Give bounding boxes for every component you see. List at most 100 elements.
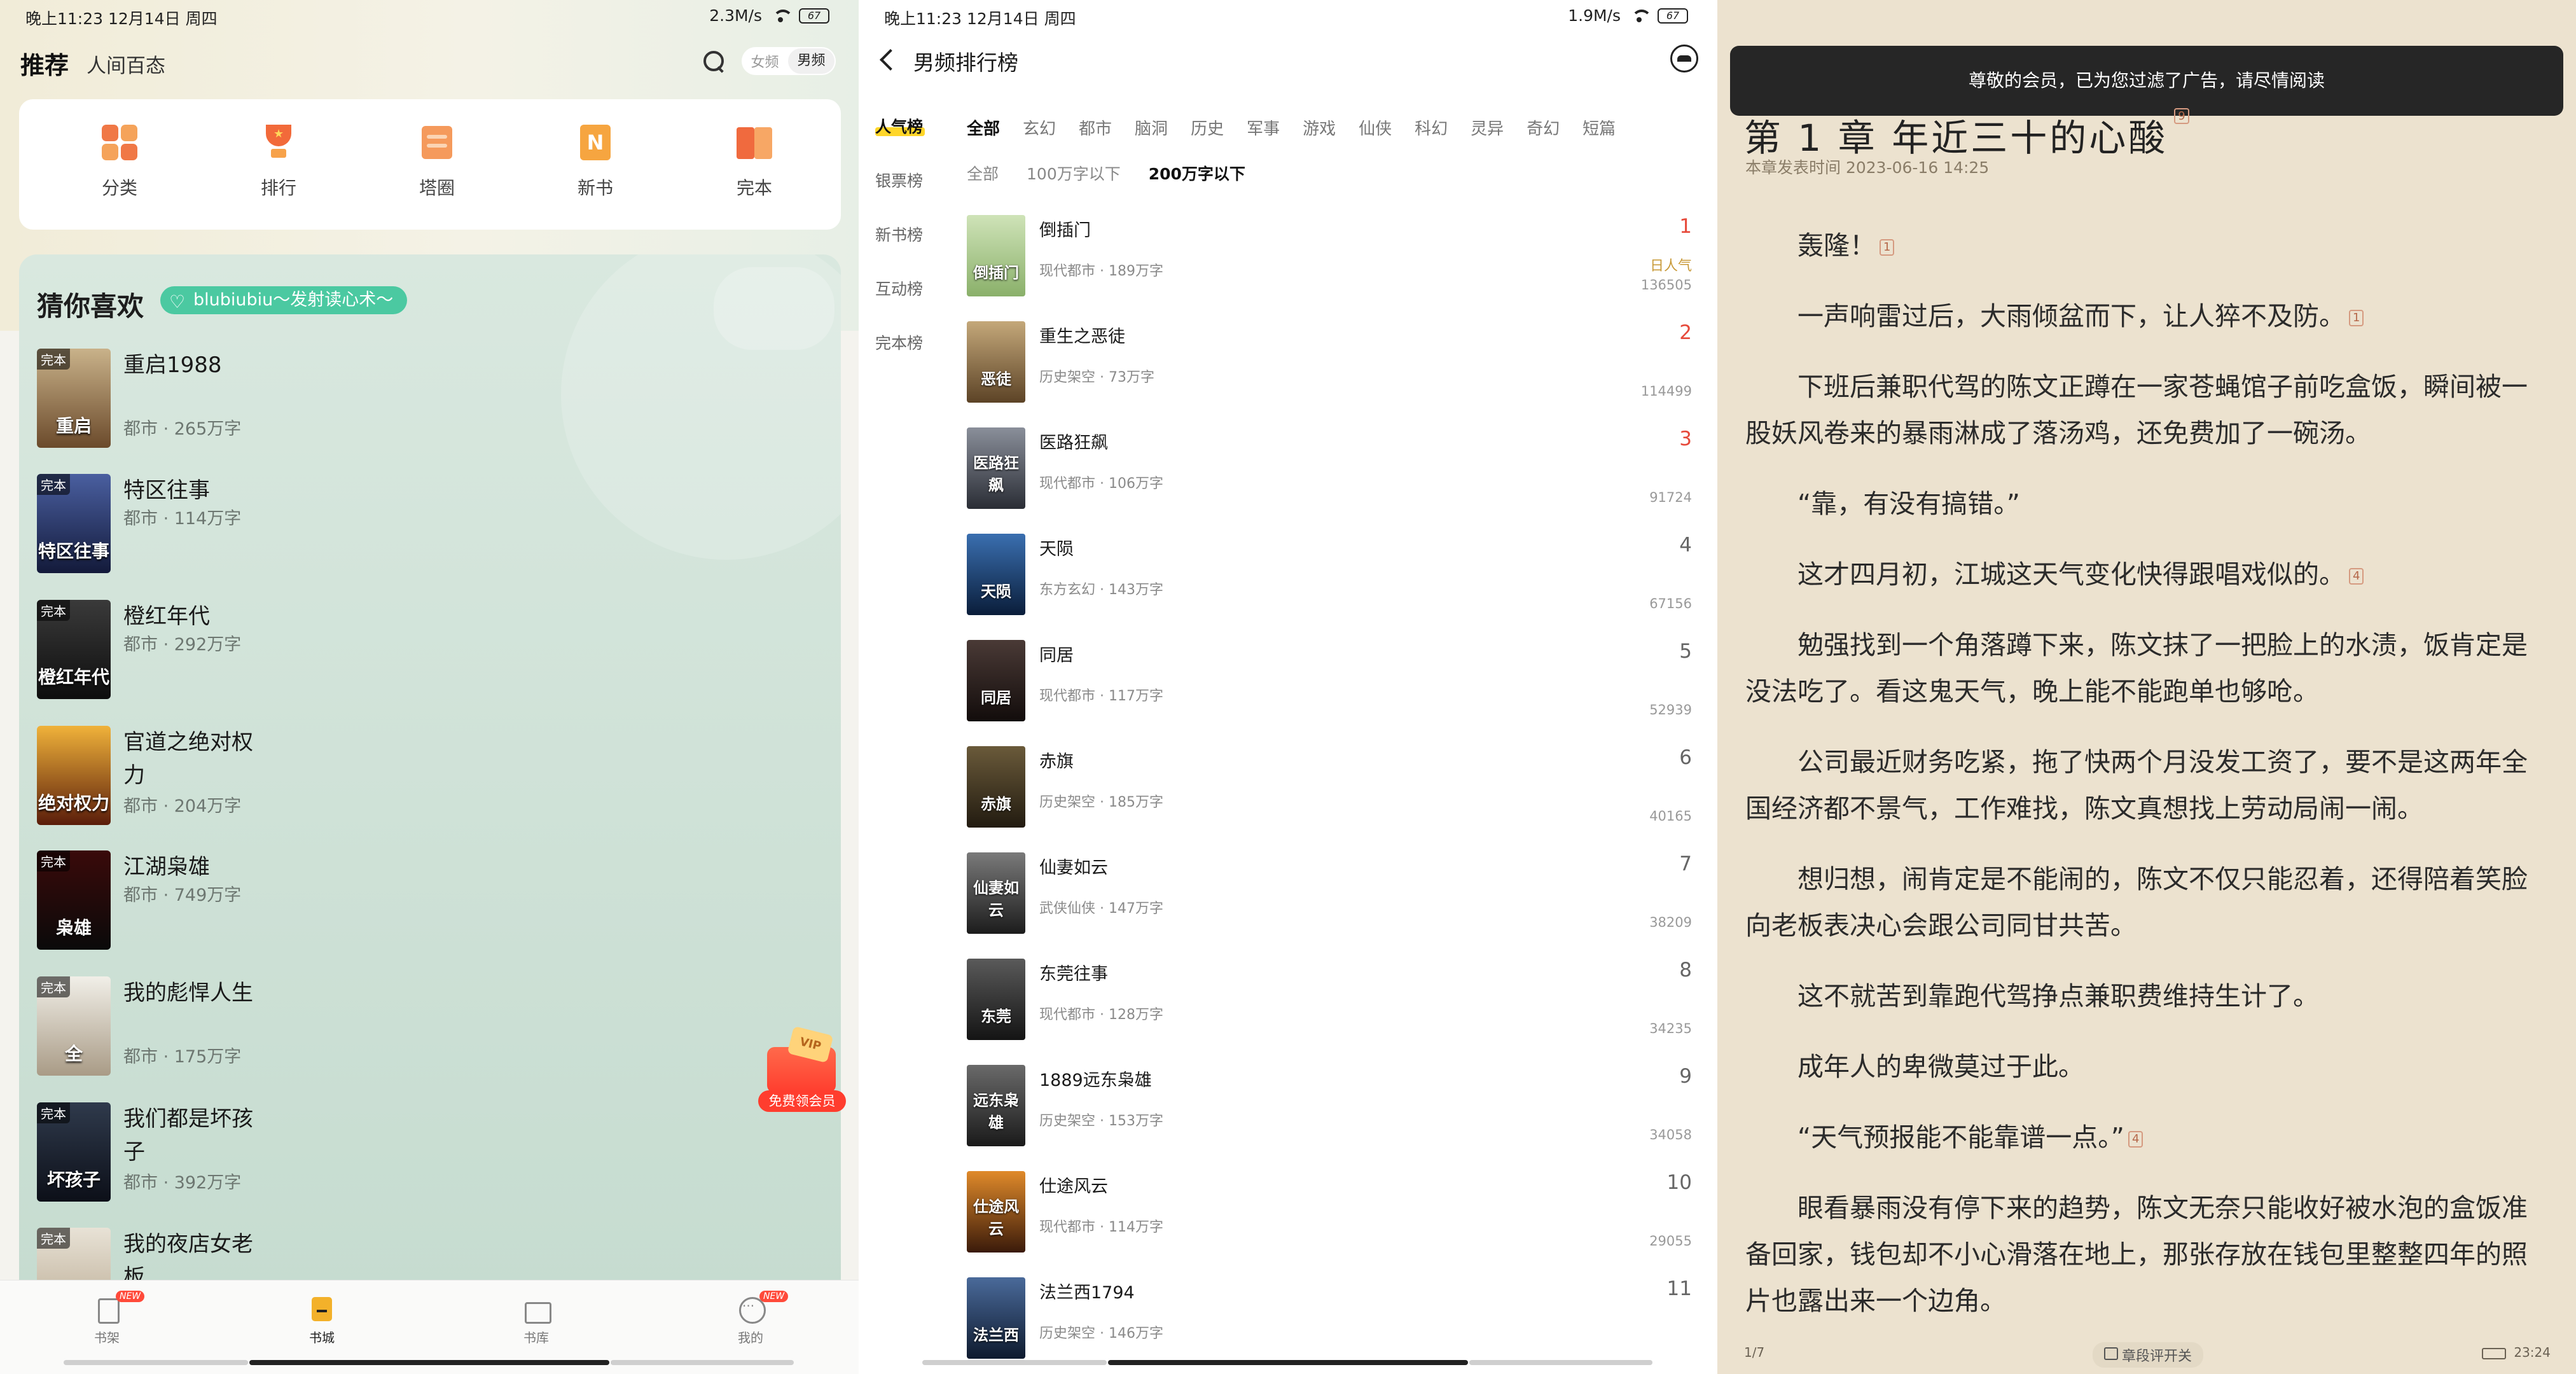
nav-label: 书库 [523,1330,549,1345]
ranking-type-item[interactable]: 人气榜 [859,114,929,169]
ranking-row[interactable]: 天陨 天陨 东方玄幻 · 143万字 4 67156 [967,534,1692,639]
rank-number: 9 [1679,1065,1692,1088]
quick-entry-ranking[interactable]: ★ 排行 [228,122,329,200]
category-tab[interactable]: 全部 [967,120,1000,139]
gender-toggle[interactable]: 女频 男频 [742,47,836,75]
finished-tag: 完本 [37,1228,70,1249]
category-tab[interactable]: 仙侠 [1359,120,1392,139]
book-meta: 历史架空 · 73万字 [1039,370,1154,385]
ranking-row[interactable]: 仙妻如云 仙妻如云 武侠仙侠 · 147万字 7 38209 [967,852,1692,958]
category-tab[interactable]: 军事 [1247,120,1280,139]
paragraph: 成年人的卑微莫过于此。 [1745,1044,2547,1090]
ranking-type-item[interactable]: 银票榜 [859,169,929,223]
book-meta: 武侠仙侠 · 147万字 [1039,901,1163,917]
bookstore-pane: 晚上11:23 12月14日 周四 2.3M/s 67 推荐 人间百态 女频 男… [0,0,859,1374]
book-item[interactable]: 完本 特区往事 特区往事 都市 · 114万字 [37,474,419,576]
category-icon [99,122,140,163]
new-badge: NEW [116,1291,145,1302]
nav-bookstore[interactable]: 书城 [284,1296,360,1346]
scroll-indicator[interactable] [1108,1360,1468,1365]
category-tab[interactable]: 都市 [1079,120,1112,139]
ranking-type-label: 互动榜 [875,280,924,298]
book-item[interactable]: 完本 橙红年代 橙红年代 都市 · 292万字 [37,600,419,702]
cover-title: 仕途风云 [973,1198,1019,1238]
chapter-title: 第 1 章 年近三十的心酸 9 [1744,108,2189,162]
paragraph-comment-switch[interactable]: 章段评开关 [2093,1342,2204,1368]
quick-entry-tower[interactable]: 塔圈 [386,122,488,200]
paragraph-comment-badge[interactable]: 4 [2128,1131,2143,1148]
avatar-icon[interactable] [1670,45,1698,73]
scroll-indicator[interactable] [249,1360,609,1365]
popularity-value: 34058 [1649,1127,1692,1142]
ranking-row[interactable]: 同居 同居 现代都市 · 117万字 5 52939 [967,640,1692,746]
status-time: 晚上11:23 12月14日 周四 [884,10,1076,28]
comment-count-badge[interactable]: 9 [2174,108,2189,124]
ranking-type-item[interactable]: 互动榜 [859,277,929,331]
back-arrow-icon[interactable] [878,48,897,71]
nav-library[interactable]: 书库 [498,1296,574,1346]
paragraph-comment-badge[interactable]: 1 [1880,239,1895,256]
book-cover: 完本 特区往事 [37,474,111,573]
book-item[interactable]: 完本 重启 重启1988 都市 · 265万字 [37,349,419,450]
category-tab[interactable]: 奇幻 [1527,120,1560,139]
category-tab[interactable]: 脑洞 [1135,120,1168,139]
category-tab[interactable]: 科幻 [1415,120,1448,139]
popularity-label: 日人气 [1649,258,1692,274]
ranking-type-label: 人气榜 [875,118,924,136]
category-tab[interactable]: 短篇 [1582,120,1616,139]
cover-title: 远东枭雄 [973,1092,1019,1132]
ranking-type-item[interactable]: 完本榜 [859,331,929,385]
cover-title: 全 [64,1043,83,1064]
book-title: 我的彪悍人生 [123,980,253,1006]
free-vip-gift[interactable]: VIP 免费领会员 [758,1025,846,1113]
word-count-option[interactable]: 100万字以下 [1027,165,1121,183]
ranking-row[interactable]: 仕途风云 仕途风云 现代都市 · 114万字 10 29055 [967,1171,1692,1277]
tab-life[interactable]: 人间百态 [87,50,165,78]
bookshelf-icon: NEW [93,1291,145,1324]
book-title: 仙妻如云 [1039,858,1108,878]
ranking-row[interactable]: 恶徒 重生之恶徒 历史架空 · 73万字 2 114499 [967,321,1692,427]
nav-bookshelf[interactable]: NEW 书架 [69,1291,145,1346]
book-item[interactable]: 完本 坏孩子 我们都是坏孩子 都市 · 392万字 [37,1102,419,1204]
category-tab[interactable]: 游戏 [1303,120,1336,139]
popularity-value: 67156 [1649,596,1692,611]
book-cover: 东莞 [967,959,1025,1040]
scroll-indicator-right [1469,1360,1652,1365]
ranking-row[interactable]: 医路狂飙 医路狂飙 现代都市 · 106万字 3 91724 [967,427,1692,533]
category-tab[interactable]: 历史 [1191,120,1224,139]
book-meta: 现代都市 · 128万字 [1039,1007,1163,1023]
cover-title: 天陨 [981,583,1011,600]
category-tab[interactable]: 玄幻 [1023,120,1056,139]
book-item[interactable]: 完本 枭雄 江湖枭雄 都市 · 749万字 [37,850,419,952]
cover-title: 医路狂飙 [973,454,1019,494]
ranking-row[interactable]: 远东枭雄 1889远东枭雄 历史架空 · 153万字 9 34058 [967,1065,1692,1170]
ranking-row[interactable]: 东莞 东莞往事 现代都市 · 128万字 8 34235 [967,959,1692,1064]
nav-profile[interactable]: NEW 我的 [712,1291,789,1346]
ranking-type-item[interactable]: 新书榜 [859,223,929,277]
book-item[interactable]: 绝对权力 官道之绝对权力 都市 · 204万字 [37,726,419,828]
gender-male-option[interactable]: 男频 [788,48,834,74]
paragraph-text: “天气预报能不能靠谱一点。” [1797,1122,2124,1153]
book-item[interactable]: 完本全我的彪悍人生 都市 · 175万字 [37,976,419,1078]
book-cover: 完本 枭雄 [37,850,111,950]
ranking-row[interactable]: 赤旗 赤旗 历史架空 · 185万字 6 40165 [967,746,1692,852]
nav-label: 书架 [94,1330,120,1345]
paragraph-comment-badge[interactable]: 1 [2349,310,2364,326]
quick-entry-category[interactable]: 分类 [69,122,170,200]
paragraph-comment-badge[interactable]: 4 [2349,568,2364,585]
ranking-row[interactable]: 倒插门 倒插门 现代都市 · 189万字 1 日人气 136505 [967,215,1692,321]
word-count-option[interactable]: 全部 [967,165,999,183]
page-title: 男频排行榜 [913,50,1018,75]
search-icon[interactable] [702,50,725,73]
category-tab[interactable]: 灵异 [1471,120,1504,139]
tab-recommend[interactable]: 推荐 [20,46,69,81]
cover-title: 特区往事 [38,541,109,562]
paragraph-text: 成年人的卑微莫过于此。 [1797,1051,2084,1082]
word-count-option[interactable]: 200万字以下 [1149,165,1245,183]
book-cover: 法兰西 [967,1277,1025,1359]
quick-entry-new[interactable]: N 新书 [544,122,646,200]
gender-female-option[interactable]: 女频 [742,51,788,71]
book-meta: 都市 · 175万字 [123,1047,242,1067]
mind-reading-tag[interactable]: ♡ blubiubiu～发射读心术～ [160,286,408,314]
quick-entry-finished[interactable]: 完本 [703,122,805,200]
